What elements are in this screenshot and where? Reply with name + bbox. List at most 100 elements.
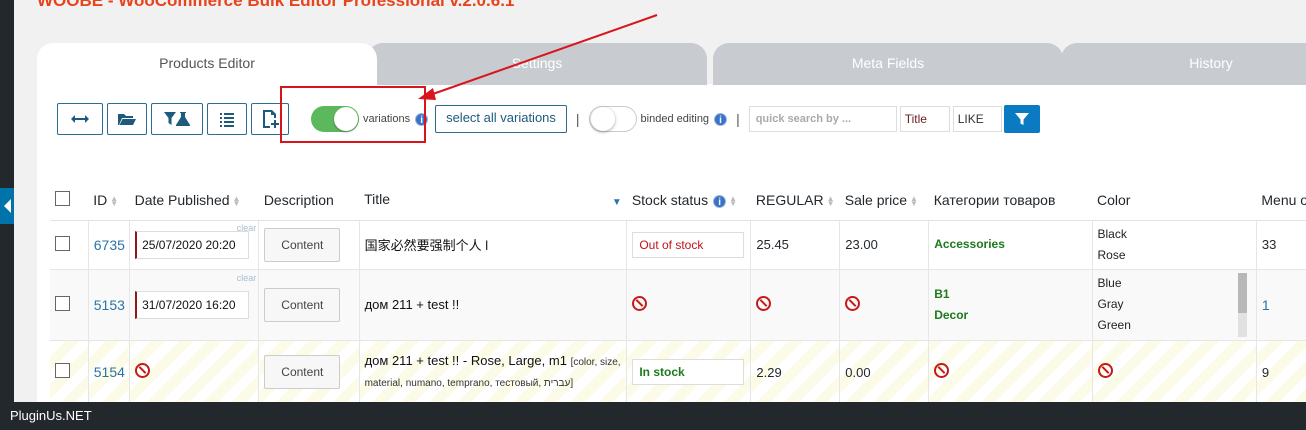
tab-history[interactable]: History [1061,43,1306,85]
search-field-select[interactable]: Title [899,106,950,132]
not-available-icon [632,295,648,311]
table-row: 6735 clear 25/07/2020 20:20 Content 国家必然… [50,220,1306,270]
content-button[interactable]: Content [264,227,341,262]
not-available-icon [934,363,950,378]
product-id-link[interactable]: 5153 [94,297,125,313]
new-document-icon [263,110,279,128]
column-header-sale-price[interactable]: Sale price ▲ ▼ [839,180,929,221]
stock-cell: In stock [626,340,752,405]
tab-settings[interactable]: Settings [367,43,707,85]
id-cell: 5153 [88,269,131,341]
color-cell[interactable]: Blue Gray Green [1092,269,1257,341]
sort-icon[interactable]: ▲ ▼ [910,195,918,208]
row-checkbox[interactable] [55,363,70,378]
row-select-cell [50,220,89,270]
not-available-icon [135,363,151,378]
column-header-categories: Категории товаров [928,180,1093,221]
product-id-link[interactable]: 5154 [94,364,125,380]
title-text: 国家必然要强制个人 l [364,238,489,253]
color-cell [1092,340,1257,405]
categories-cell[interactable]: B1 Decor [928,269,1093,341]
binded-editing-label: binded editing [640,113,710,125]
search-operator-select[interactable]: LIKE [952,106,1002,132]
column-header-title[interactable]: Title ▼ [359,180,627,221]
list-icon [220,113,234,127]
quick-filter-button[interactable] [1003,105,1040,133]
filters-button[interactable] [151,103,203,135]
clear-date-link[interactable]: clear [237,273,257,283]
sale-price-cell [839,269,930,341]
column-header-description: Description [258,180,360,221]
profiles-button[interactable] [107,103,147,135]
title-cell[interactable]: 国家必然要强制个人 l [359,220,628,270]
scrollbar-thumb[interactable] [1237,272,1247,313]
title-cell[interactable]: дом 211 + test !! [359,269,628,341]
sort-icon[interactable]: ▲ ▼ [110,195,118,208]
sort-icon[interactable]: ▲ ▼ [729,195,737,208]
date-cell [129,340,260,405]
column-header-regular[interactable]: REGULAR ▲ ▼ [750,180,840,221]
column-width-button[interactable] [57,103,103,135]
info-icon[interactable]: i [714,112,728,126]
table-header-row: ID ▲ ▼ Date Published ▲ ▼ Description Title ▼… [50,180,1306,221]
sort-desc-icon[interactable]: ▼ [612,197,622,208]
stock-status-select[interactable]: Out of stock [632,231,745,258]
column-header-date-published[interactable]: Date Published ▲ ▼ [129,180,259,221]
menu-order-cell[interactable]: 33 [1256,220,1306,270]
color-value: Black [1097,226,1127,241]
sort-icon[interactable]: ▲ ▼ [827,195,835,208]
columns-list-button[interactable] [207,103,247,135]
categories-cell[interactable]: Accessories [928,220,1093,270]
column-header-id[interactable]: ID ▲ ▼ [88,180,130,221]
date-published-input[interactable]: 31/07/2020 16:20 [135,290,250,319]
arrows-horizontal-icon [71,115,89,123]
menu-order-link[interactable]: 1 [1262,297,1270,313]
app-title: WOOBE - WooCommerce Bulk Editor Professi… [37,0,515,10]
tab-products-editor[interactable]: Products Editor [37,43,377,85]
annotation-highlight-box [280,86,426,143]
stock-status-select[interactable]: In stock [632,359,745,385]
quick-search-input[interactable]: quick search by ... [748,106,897,132]
id-cell: 5154 [88,340,131,405]
row-checkbox[interactable] [55,295,70,311]
category-tag: Accessories [934,237,1005,251]
color-list-scrollbar[interactable] [1237,272,1247,337]
description-cell: Content [258,269,360,341]
clear-date-link[interactable]: clear [237,223,257,233]
binded-editing-switch-group: binded editing i [588,106,728,132]
regular-price-cell[interactable]: 25.45 [750,220,841,270]
tab-meta-fields[interactable]: Meta Fields [713,43,1063,85]
sale-price-cell[interactable]: 0.00 [839,340,930,405]
footer-brand: PluginUs.NET [10,408,92,423]
color-cell[interactable]: Black Rose [1092,220,1257,270]
color-value: Gray [1097,297,1124,311]
toggle-knob [590,107,615,131]
column-header-menu-order[interactable]: Menu order [1256,180,1306,221]
row-checkbox[interactable] [55,235,70,251]
color-value: Green [1097,318,1131,332]
info-icon[interactable]: i [713,194,727,208]
table-row: 5153 clear 31/07/2020 16:20 Content дом … [50,269,1306,341]
category-tag: Decor [934,307,969,322]
sale-price-cell[interactable]: 23.00 [839,220,930,270]
filter-flask-icon [164,112,190,126]
menu-order-cell[interactable]: 9 [1256,340,1306,405]
select-all-checkbox[interactable] [55,190,70,206]
products-table: ID ▲ ▼ Date Published ▲ ▼ Description Title ▼… [50,180,1306,405]
content-button[interactable]: Content [264,287,341,322]
separator: | [736,111,740,127]
content-button[interactable]: Content [264,355,341,389]
binded-editing-toggle[interactable] [588,106,637,132]
regular-price-cell[interactable]: 2.29 [750,340,841,405]
id-cell: 6735 [88,220,131,270]
select-all-variations-button[interactable]: select all variations [435,105,567,133]
product-id-link[interactable]: 6735 [94,237,125,253]
column-header-stock-status[interactable]: Stock status i ▲ ▼ [626,180,751,221]
date-published-input[interactable]: 25/07/2020 20:20 [135,230,250,259]
table-row: 5154 Content дом 211 + test !! - Rose, L… [50,340,1306,405]
regular-price-cell [750,269,841,341]
sort-icon[interactable]: ▲ ▼ [233,195,241,208]
menu-order-cell[interactable]: 1 [1256,269,1306,341]
title-cell[interactable]: дом 211 + test !! - Rose, Large, m1 [col… [359,340,628,405]
collapse-sidebar-toggle[interactable] [0,188,14,224]
